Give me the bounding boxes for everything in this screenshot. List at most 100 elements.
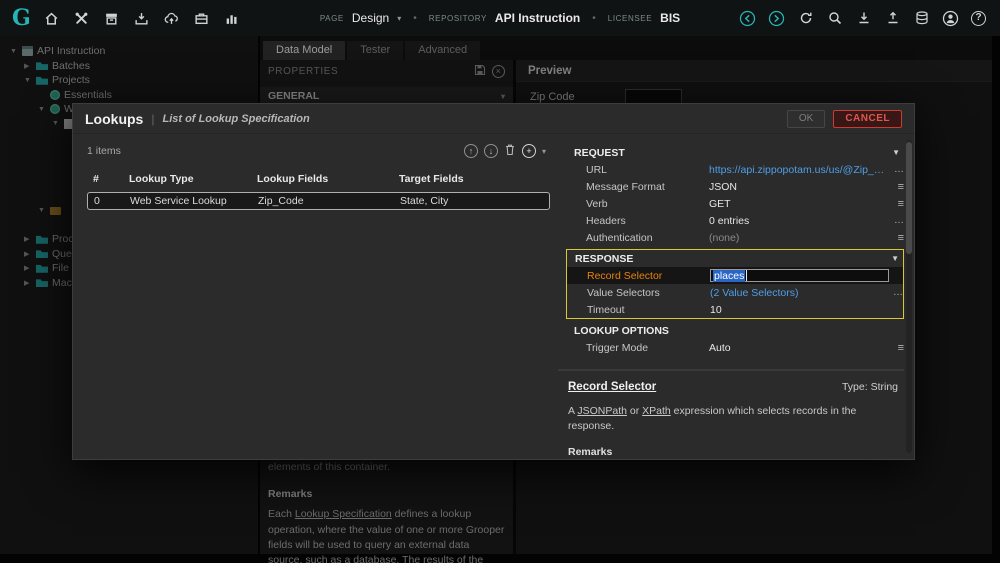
ellipsis-button[interactable]: … (886, 215, 904, 226)
bar-chart-icon[interactable] (223, 10, 240, 27)
ellipsis-button[interactable]: … (886, 164, 904, 175)
property-row-message-format[interactable]: Message Format JSON ≡ (566, 178, 904, 195)
scrollbar-thumb[interactable] (906, 142, 912, 254)
refresh-icon[interactable] (797, 10, 814, 27)
dot-separator: • (413, 12, 417, 24)
jsonpath-link[interactable]: JSONPath (577, 405, 627, 417)
property-row-verb[interactable]: Verb GET ≡ (566, 195, 904, 212)
add-dropdown-icon[interactable]: ▾ (542, 147, 546, 156)
move-down-button[interactable]: ↓ (483, 144, 498, 158)
help-type: Type: String (841, 381, 898, 393)
section-request[interactable]: REQUEST ▼ (566, 144, 904, 161)
menu-button[interactable]: ≡ (886, 198, 904, 210)
message-format-value[interactable]: JSON (709, 181, 886, 193)
verb-value[interactable]: GET (709, 198, 886, 210)
help-text: or (626, 405, 643, 417)
download-icon[interactable] (855, 10, 872, 27)
tools-icon[interactable] (73, 10, 90, 27)
section-label: LOOKUP OPTIONS (574, 324, 669, 337)
url-label: URL (586, 163, 608, 176)
value-selectors-value[interactable]: (2 Value Selectors) (710, 287, 885, 299)
back-icon[interactable] (739, 10, 756, 27)
help-icon[interactable]: ? (971, 10, 986, 26)
cell-index: 0 (94, 195, 100, 207)
menu-button[interactable]: ≡ (886, 232, 904, 244)
help-title: Record Selector (568, 381, 657, 393)
archive-icon[interactable] (103, 10, 120, 27)
delete-button[interactable] (504, 143, 516, 159)
property-row-headers[interactable]: Headers 0 entries … (566, 212, 904, 229)
trigger-mode-value[interactable]: Auto (709, 342, 886, 354)
page-value[interactable]: Design (352, 11, 389, 25)
user-icon[interactable] (942, 10, 959, 27)
app-window: G PAGE Design ▾ • REPOSITORY API Instruc… (0, 0, 1000, 563)
column-header-lookup-fields[interactable]: Lookup Fields (257, 173, 399, 185)
authentication-label: Authentication (586, 231, 653, 244)
collection-toolbar: ↑ ↓ + ▾ (463, 143, 546, 159)
dialog-title: Lookups (85, 110, 144, 127)
property-grid: REQUEST ▼ URL https://api.zippopotam.us/… (566, 144, 904, 356)
timeout-value[interactable]: 10 (710, 304, 885, 316)
topbar-right-icons: ? (739, 10, 1000, 27)
topbar: G PAGE Design ▾ • REPOSITORY API Instruc… (0, 0, 1000, 36)
menu-button[interactable]: ≡ (886, 181, 904, 193)
grooper-logo[interactable]: G (12, 0, 31, 36)
property-row-url[interactable]: URL https://api.zippopotam.us/us/@Zip_C.… (566, 161, 904, 178)
chevron-expanded-icon[interactable]: ▼ (892, 148, 904, 157)
property-row-authentication[interactable]: Authentication (none) ≡ (566, 229, 904, 246)
section-lookup-options[interactable]: LOOKUP OPTIONS (566, 322, 904, 339)
briefcase-icon[interactable] (193, 10, 210, 27)
property-row-value-selectors[interactable]: Value Selectors (2 Value Selectors) … (567, 284, 903, 301)
title-separator: | (151, 111, 155, 126)
upload-icon[interactable] (884, 10, 901, 27)
url-value[interactable]: https://api.zippopotam.us/us/@Zip_C... (709, 164, 886, 176)
menu-button[interactable]: ≡ (886, 342, 904, 354)
record-selector-input[interactable]: places (710, 269, 889, 282)
forward-icon[interactable] (768, 10, 785, 27)
section-label: RESPONSE (575, 252, 634, 265)
repository-value[interactable]: API Instruction (495, 11, 580, 25)
inbox-import-icon[interactable] (133, 10, 150, 27)
add-button[interactable]: + (521, 144, 536, 158)
collection-toolbar-row: 1 items ↑ ↓ + ▾ (73, 134, 558, 159)
table-header-row: # Lookup Type Lookup Fields Target Field… (87, 173, 550, 192)
chevron-down-icon[interactable]: ▾ (397, 14, 401, 23)
dot-separator: • (592, 12, 596, 24)
help-title-row: Record Selector Type: String (568, 381, 898, 393)
authentication-value[interactable]: (none) (709, 232, 886, 244)
property-row-timeout[interactable]: Timeout 10 (567, 301, 903, 318)
remarks-heading: Remarks (568, 446, 613, 459)
column-header-lookup-type[interactable]: Lookup Type (129, 173, 257, 185)
ok-button[interactable]: OK (786, 109, 826, 128)
cell-lookup-type: Web Service Lookup (130, 195, 227, 207)
cloud-upload-icon[interactable] (163, 10, 180, 27)
property-row-record-selector[interactable]: Record Selector places (567, 267, 903, 284)
column-header-index[interactable]: # (93, 173, 129, 185)
headers-value[interactable]: 0 entries (709, 215, 886, 227)
licensee-label: LICENSEE (607, 13, 653, 23)
layers-database-icon[interactable] (913, 10, 930, 27)
headers-label: Headers (586, 214, 626, 227)
table-row-selected[interactable]: 0 Web Service Lookup Zip_Code State, Cit… (87, 192, 550, 210)
section-label: REQUEST (574, 146, 625, 159)
value-selectors-label: Value Selectors (587, 286, 660, 299)
column-header-target-fields[interactable]: Target Fields (399, 173, 544, 185)
home-icon[interactable] (43, 10, 60, 27)
property-row-trigger-mode[interactable]: Trigger Mode Auto ≡ (566, 339, 904, 356)
dialog-subtitle: List of Lookup Specification (162, 112, 310, 125)
verb-label: Verb (586, 197, 608, 210)
repository-label: REPOSITORY (428, 13, 487, 23)
lookup-list-panel: 1 items ↑ ↓ + ▾ # Lookup Type Lookup Fie… (73, 134, 558, 459)
timeout-label: Timeout (587, 303, 625, 316)
cancel-button[interactable]: CANCEL (833, 109, 902, 128)
chevron-expanded-icon[interactable]: ▼ (891, 254, 903, 263)
licensee-value: BIS (660, 11, 681, 25)
ellipsis-button[interactable]: … (885, 287, 903, 298)
move-up-button[interactable]: ↑ (463, 144, 478, 158)
search-icon[interactable] (826, 10, 843, 27)
response-highlight-box: RESPONSE ▼ Record Selector places Value … (566, 249, 904, 319)
property-grid-scrollbar[interactable] (906, 140, 912, 453)
section-response[interactable]: RESPONSE ▼ (567, 250, 903, 267)
xpath-link[interactable]: XPath (642, 405, 671, 417)
selected-text: places (713, 269, 746, 282)
